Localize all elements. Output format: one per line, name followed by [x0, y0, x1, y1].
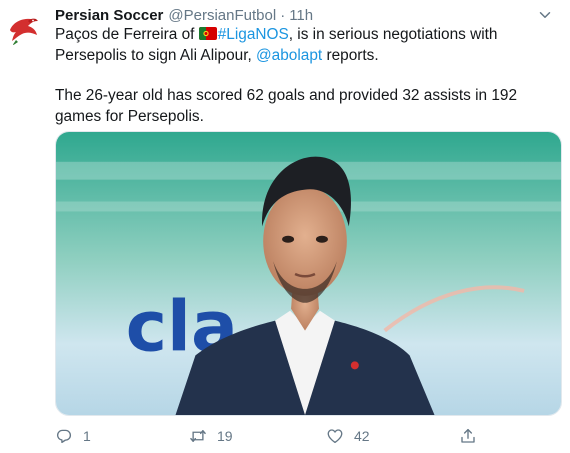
share-button[interactable] [459, 424, 487, 448]
reply-icon [56, 429, 72, 444]
like-button[interactable]: 42 [326, 424, 370, 448]
hashtag-link[interactable]: #LigaNOS [218, 26, 289, 43]
reply-button[interactable]: 1 [55, 424, 91, 448]
retweet-icon [190, 430, 206, 442]
player-photo: cla [56, 132, 561, 415]
text-segment: reports. [322, 46, 379, 64]
heart-icon [327, 429, 343, 444]
reply-count: 1 [83, 428, 91, 444]
retweet-button[interactable]: 19 [189, 424, 233, 448]
text-segment: Paços de Ferreira of [55, 26, 199, 43]
tweet-paragraph-1: Paços de Ferreira of #LigaNOS, is in ser… [55, 25, 555, 66]
falcon-logo-icon [5, 9, 43, 47]
tweet-time[interactable]: 11h [289, 7, 313, 24]
separator: · [280, 6, 286, 24]
like-count: 42 [354, 428, 370, 444]
share-icon [461, 428, 475, 443]
author-name[interactable]: Persian Soccer [55, 7, 163, 24]
tweet-actions: 1 19 42 [55, 424, 505, 448]
tweet-text: Paços de Ferreira of #LigaNOS, is in ser… [55, 25, 555, 127]
tweet-paragraph-2: The 26-year old has scored 62 goals and … [55, 87, 518, 125]
mention-link[interactable]: @abolapt [256, 47, 322, 64]
retweet-count: 19 [217, 428, 233, 444]
tweet-photo[interactable]: cla [55, 131, 562, 416]
avatar[interactable] [4, 8, 44, 48]
author-handle[interactable]: @PersianFutbol [168, 7, 276, 24]
chevron-down-icon[interactable] [536, 6, 554, 24]
tweet[interactable]: Persian Soccer @PersianFutbol · 11h Paço… [0, 0, 570, 453]
portugal-flag-icon [198, 27, 217, 40]
tweet-header: Persian Soccer @PersianFutbol · 11h [55, 4, 554, 26]
